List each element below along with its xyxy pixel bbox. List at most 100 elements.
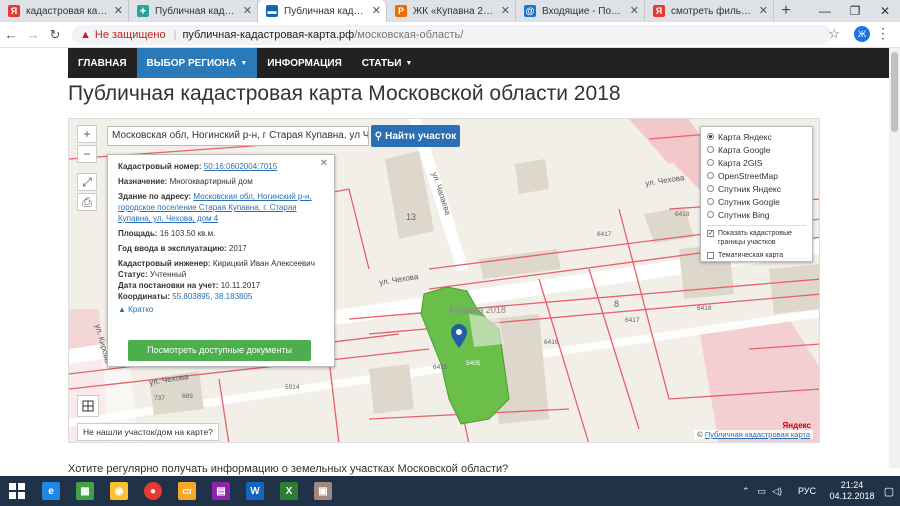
network-icon[interactable]: ▭ [758, 486, 767, 497]
area-value: 16 103.50 кв.м. [159, 229, 216, 238]
tab-close-icon[interactable]: ✕ [114, 4, 123, 17]
browser-tab[interactable]: Я смотреть фильм — Янд ✕ [645, 0, 774, 22]
url-input[interactable]: ▲ Не защищено | публичная-кадастровая-ка… [72, 24, 832, 45]
divider [707, 225, 806, 226]
reload-icon[interactable]: ↻ [44, 24, 66, 46]
nav-item-info[interactable]: ИНФОРМАЦИЯ [257, 48, 352, 78]
tab-close-icon[interactable]: ✕ [243, 4, 252, 17]
media-icon[interactable]: ◉ [102, 476, 136, 506]
scrollbar-thumb[interactable] [891, 52, 898, 132]
browser-tab[interactable]: P ЖК «Купавна 2018» отз ✕ [387, 0, 516, 22]
explorer-glyph: ▭ [178, 482, 196, 500]
registration-date-value: 10.11.2017 [220, 281, 261, 290]
nav-item-region[interactable]: ВЫБОР РЕГИОНА ▼ [136, 48, 258, 78]
tab-label: Входящие - Почта Mail. [542, 5, 626, 17]
tab-close-icon[interactable]: ✕ [759, 4, 768, 17]
profile-avatar[interactable]: Ж [854, 26, 870, 42]
chrome-icon[interactable]: ● [136, 476, 170, 506]
not-found-link[interactable]: Не нашли участок/дом на карте? [77, 423, 219, 441]
screen: Я кадастровая карта мос ✕ ✦ Публичная ка… [0, 0, 900, 506]
word-glyph: W [246, 482, 264, 500]
maximize-icon[interactable]: ❐ [840, 0, 870, 22]
volume-icon[interactable]: ◁) [772, 486, 782, 497]
layer-option[interactable]: OpenStreetMap [707, 169, 806, 182]
layer-option[interactable]: Карта Google [707, 143, 806, 156]
ie-icon[interactable]: e [34, 476, 68, 506]
search-icon: ⚲ [374, 130, 383, 142]
nav-item-articles[interactable]: СТАТЬИ ▼ [352, 48, 423, 78]
back-icon[interactable]: ← [0, 24, 22, 46]
parcel-number: 6416 [544, 339, 559, 346]
windows-taskbar: e ▦ ◉ ● ▭ ▤ W X ▣ ⌃ ▭ ◁) РУС 21:24 04.12… [0, 476, 900, 506]
checkbox-checked-icon: ✓ [707, 230, 714, 237]
winrar-glyph: ▤ [212, 482, 230, 500]
close-icon[interactable]: ✕ [320, 158, 328, 169]
caret-down-icon: ▼ [240, 59, 248, 67]
map-legend-icon[interactable] [77, 395, 99, 417]
zoom-in-button[interactable]: + [77, 125, 97, 143]
explorer-icon[interactable]: ▭ [170, 476, 204, 506]
browser-tab[interactable]: @ Входящие - Почта Mail. ✕ [516, 0, 645, 22]
notifications-icon[interactable]: ▢ [878, 485, 900, 498]
layer-option[interactable]: Спутник Яндекс [707, 182, 806, 195]
find-parcel-button[interactable]: ⚲ Найти участок [371, 125, 460, 147]
tab-favicon-icon: @ [524, 5, 536, 17]
radio-icon [707, 211, 714, 218]
language-indicator[interactable]: РУС [798, 486, 816, 496]
winrar-icon[interactable]: ▤ [204, 476, 238, 506]
cadastral-number-link[interactable]: 50:16:0602004:7015 [204, 162, 277, 171]
minimize-icon[interactable]: — [810, 0, 840, 22]
tab-close-icon[interactable]: ✕ [501, 4, 510, 17]
copyright-link[interactable]: Публичная кадастровая карта [705, 430, 810, 439]
subscribe-prompt: Хотите регулярно получать информацию о з… [68, 463, 509, 475]
layer-option[interactable]: Спутник Google [707, 195, 806, 208]
bookmark-star-icon[interactable]: ☆ [828, 26, 840, 42]
tab-label: смотреть фильм — Янд [671, 5, 755, 17]
location-pin-icon[interactable] [451, 324, 467, 348]
print-icon[interactable]: ⎙ [77, 193, 97, 211]
nav-item-home[interactable]: ГЛАВНАЯ [68, 48, 137, 78]
fullscreen-icon[interactable]: ⤢ [77, 173, 97, 191]
status-value: Учтенный [149, 270, 187, 279]
cadastral-borders-checkbox[interactable]: ✓ Показать кадастровые границы участков [707, 229, 806, 247]
tray-up-icon[interactable]: ⌃ [742, 486, 750, 497]
address-search-input[interactable]: Московская обл, Ногинский р-н, г Старая … [107, 126, 369, 146]
archive-icon[interactable]: ▣ [306, 476, 340, 506]
browser-tab-active[interactable]: ▬ Публичная кадастрова ✕ [258, 0, 387, 22]
browser-tab[interactable]: ✦ Публичная кадастрова ✕ [129, 0, 258, 22]
cadastral-map[interactable]: ул. Чехова ул. Чапаева ул. Чехова ул. Че… [68, 118, 820, 443]
parcel-number: 689 [182, 393, 193, 400]
word-icon[interactable]: W [238, 476, 272, 506]
building-number: 13 [406, 212, 417, 222]
tab-label: Публичная кадастрова [284, 5, 368, 17]
excel-icon[interactable]: X [272, 476, 306, 506]
window-close-icon[interactable]: ✕ [870, 0, 900, 22]
windows-start-icon[interactable] [0, 476, 34, 506]
store-icon[interactable]: ▦ [68, 476, 102, 506]
tab-close-icon[interactable]: ✕ [630, 4, 639, 17]
url-path: /московская-область/ [354, 28, 464, 41]
layer-label: Карта Яндекс [718, 131, 772, 142]
tab-close-icon[interactable]: ✕ [372, 4, 381, 17]
layer-label: Спутник Google [718, 196, 780, 207]
browser-tab[interactable]: Я кадастровая карта мос ✕ [0, 0, 129, 22]
status-label: Статус: [118, 270, 148, 279]
purpose-label: Назначение: [118, 177, 168, 186]
thematic-map-checkbox[interactable]: Тематическая карта [707, 251, 806, 260]
clock[interactable]: 21:24 04.12.2018 [826, 480, 878, 502]
find-parcel-label: Найти участок [385, 130, 457, 142]
layer-option[interactable]: Спутник Bing [707, 208, 806, 221]
page-scrollbar[interactable] [889, 48, 900, 468]
store-glyph: ▦ [76, 482, 94, 500]
layer-option[interactable]: Карта Яндекс [707, 130, 806, 143]
browser-menu-icon[interactable]: ⋮ [876, 25, 890, 42]
new-tab-button[interactable]: + [774, 0, 798, 22]
view-documents-button[interactable]: Посмотреть доступные документы [128, 340, 311, 361]
tab-favicon-icon: Я [8, 5, 20, 17]
zoom-out-button[interactable]: − [77, 145, 97, 163]
short-toggle[interactable]: ▲ Кратко [118, 304, 324, 315]
forward-icon[interactable]: → [22, 24, 44, 46]
checkbox-icon [707, 252, 714, 259]
page-title: Публичная кадастровая карта Московской о… [68, 82, 621, 105]
layer-option[interactable]: Карта 2GIS [707, 156, 806, 169]
